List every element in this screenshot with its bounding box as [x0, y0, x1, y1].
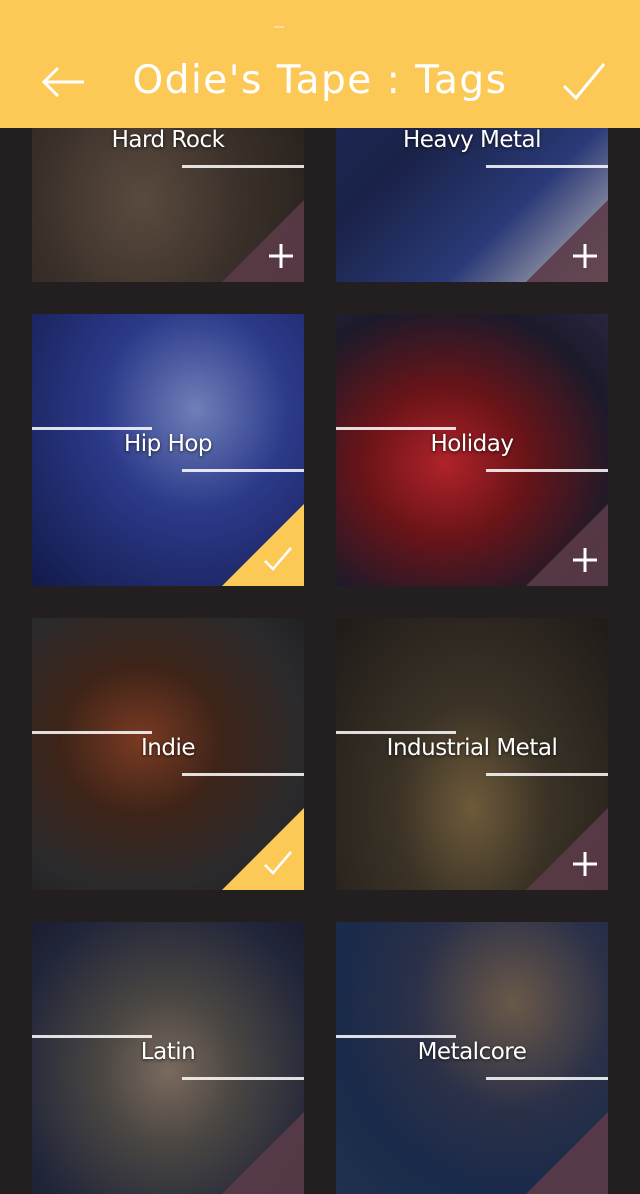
- divider-line: [182, 469, 304, 472]
- tag-label: Hip Hop: [123, 431, 213, 457]
- divider-line: [486, 1077, 608, 1080]
- status-bar-indicator: [274, 26, 284, 28]
- tag-label: Indie: [140, 735, 196, 761]
- tag-label: Hard Rock: [111, 127, 225, 153]
- checkmark-icon: [264, 851, 292, 875]
- divider-line: [336, 1035, 456, 1038]
- arrow-left-icon: [41, 66, 84, 98]
- divider-line: [486, 773, 608, 776]
- selected-tag-button[interactable]: [222, 808, 304, 890]
- tag-tile-indie[interactable]: Indie: [32, 618, 304, 890]
- add-tag-button[interactable]: [526, 504, 608, 586]
- divider-line: [182, 1077, 304, 1080]
- divider-line: [486, 165, 608, 168]
- add-tag-button[interactable]: [222, 200, 304, 282]
- tag-label: Latin: [140, 1039, 196, 1065]
- tag-tile-metalcore[interactable]: Metalcore: [336, 922, 608, 1194]
- confirm-button[interactable]: [560, 58, 608, 106]
- header-bar: Odie's Tape : Tags: [0, 0, 640, 128]
- checkmark-icon: [562, 63, 606, 101]
- divider-line: [336, 427, 456, 430]
- plus-icon: [573, 548, 597, 572]
- divider-line: [486, 469, 608, 472]
- divider-line: [182, 773, 304, 776]
- checkmark-icon: [264, 547, 292, 571]
- tag-tile-latin[interactable]: Latin: [32, 922, 304, 1194]
- divider-line: [32, 731, 152, 734]
- add-tag-button[interactable]: [526, 200, 608, 282]
- divider-line: [182, 165, 304, 168]
- back-button[interactable]: [40, 60, 88, 104]
- divider-line: [32, 427, 152, 430]
- tag-tile-hip-hop[interactable]: Hip Hop: [32, 314, 304, 586]
- add-tag-button[interactable]: [526, 1112, 608, 1194]
- divider-line: [336, 731, 456, 734]
- tag-tile-industrial-metal[interactable]: Industrial Metal: [336, 618, 608, 890]
- selected-tag-button[interactable]: [222, 504, 304, 586]
- add-tag-button[interactable]: [526, 808, 608, 890]
- plus-icon: [573, 852, 597, 876]
- tag-grid: Hard Rock Heavy Metal Hip Hop Holiday In…: [0, 0, 640, 1194]
- tag-label: Industrial Metal: [386, 735, 558, 761]
- tag-tile-holiday[interactable]: Holiday: [336, 314, 608, 586]
- tag-label: Heavy Metal: [402, 127, 542, 153]
- tag-label: Metalcore: [417, 1039, 527, 1065]
- plus-icon: [269, 244, 293, 268]
- add-tag-button[interactable]: [222, 1112, 304, 1194]
- divider-line: [32, 1035, 152, 1038]
- plus-icon: [573, 244, 597, 268]
- tag-label: Holiday: [430, 431, 514, 457]
- page-title: Odie's Tape : Tags: [132, 58, 508, 103]
